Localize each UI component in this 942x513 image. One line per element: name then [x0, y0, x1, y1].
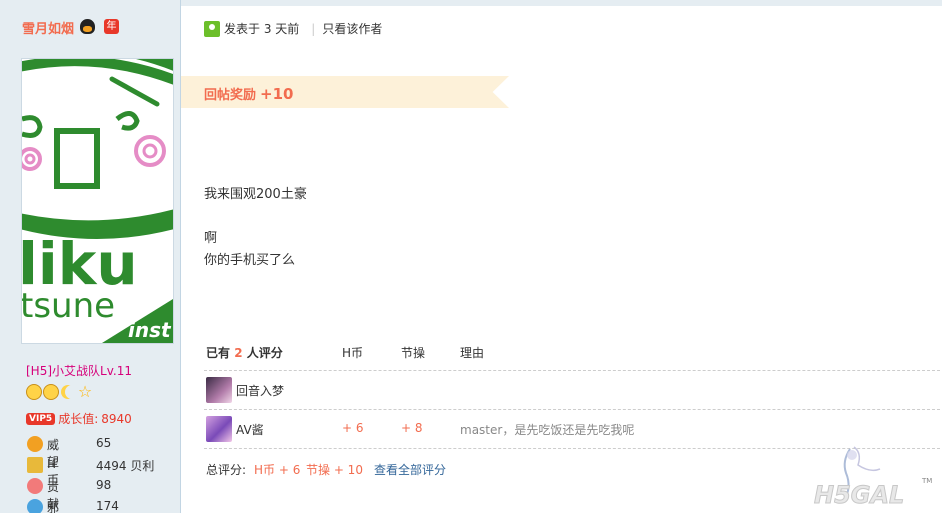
stat-label: 邪恶 — [47, 501, 60, 513]
total-jiecao: 节操 + 10 — [306, 463, 363, 477]
rating-summary: 已有 2 人评分 — [206, 346, 283, 360]
prestige-icon — [27, 436, 43, 452]
evil-icon — [27, 499, 43, 513]
stat-value: 4494 贝利 — [96, 459, 155, 473]
watermark-tm: TM — [921, 477, 932, 485]
qq-icon[interactable] — [80, 19, 95, 34]
rater-name[interactable]: 回音入梦 — [236, 382, 284, 399]
author-name[interactable]: 雪月如烟 — [22, 18, 74, 37]
total-label: 总评分: — [206, 463, 247, 477]
reply-reward: 回帖奖励 +10 — [204, 84, 293, 103]
view-all-ratings-link[interactable]: 查看全部评分 — [374, 461, 446, 478]
rating-hcoin: + 6 — [342, 421, 364, 435]
rating-reason: master，是先吃饭还是先吃我呢 — [460, 423, 635, 437]
avatar[interactable]: liku tsune inst — [21, 58, 174, 344]
svg-text:tsune: tsune — [22, 286, 115, 326]
rating-jiecao: + 8 — [401, 421, 423, 435]
col-hcoin: H币 — [342, 346, 364, 360]
total-hcoin: H币 + 6 — [254, 463, 301, 477]
rater-avatar[interactable] — [206, 377, 232, 403]
reward-value: +10 — [260, 85, 294, 103]
user-group[interactable]: [H5]小艾战队Lv.11 — [26, 362, 132, 379]
nian-icon[interactable]: 年 — [104, 19, 119, 34]
stat-value: 65 — [96, 436, 112, 450]
svg-text:inst: inst — [128, 318, 172, 342]
online-status-icon — [204, 20, 220, 37]
top-border — [181, 0, 942, 6]
post-time: 发表于 3 天前 — [224, 22, 300, 36]
hcoin-icon — [27, 457, 43, 473]
growth-number: 8940 — [101, 411, 132, 426]
rating-count: 2 — [234, 346, 243, 360]
rating-row: AV酱 + 6 + 8 master，是先吃饭还是先吃我呢 — [204, 409, 940, 447]
moon-icon[interactable] — [60, 384, 76, 400]
divider: | — [311, 21, 316, 36]
rating-row: 回音入梦 — [204, 370, 940, 408]
sun-icon[interactable] — [43, 384, 59, 400]
post-line: 我来围观200土豪 — [204, 187, 307, 202]
growth-label: 成长值: — [58, 412, 99, 426]
only-author-link[interactable]: 只看该作者 — [322, 20, 382, 37]
h5gal-logo-watermark: H5GAL TM — [814, 446, 932, 510]
sun-icon[interactable] — [26, 384, 42, 400]
reward-label: 回帖奖励 — [204, 88, 257, 103]
vip-badge[interactable]: VIP5 — [26, 412, 56, 425]
col-jiecao: 节操 — [401, 346, 426, 360]
contribution-icon — [27, 478, 43, 494]
post-info: 发表于 3 天前 | 只看该作者 — [204, 20, 382, 37]
author-sidebar: 雪月如烟 年 liku tsune inst [H5]小艾战队Lv.11 ☆ V… — [0, 0, 181, 513]
post-line: 你的手机买了么 — [204, 253, 296, 268]
stat-value: 174 — [96, 499, 119, 513]
growth-value: VIP5 成长值: 8940 — [26, 410, 132, 427]
rater-name[interactable]: AV酱 — [236, 421, 264, 438]
rater-avatar[interactable] — [206, 416, 232, 442]
medal-list: ☆ — [26, 384, 93, 400]
post-line: 啊 — [204, 231, 218, 246]
stat-value: 98 — [96, 478, 112, 492]
watermark-text: H5GAL — [814, 481, 904, 509]
rating-header: 已有 2 人评分 H币 节操 理由 — [204, 344, 940, 366]
col-reason: 理由 — [460, 346, 485, 360]
miku-avatar-image: liku tsune inst — [22, 59, 173, 343]
star-icon[interactable]: ☆ — [77, 384, 93, 400]
